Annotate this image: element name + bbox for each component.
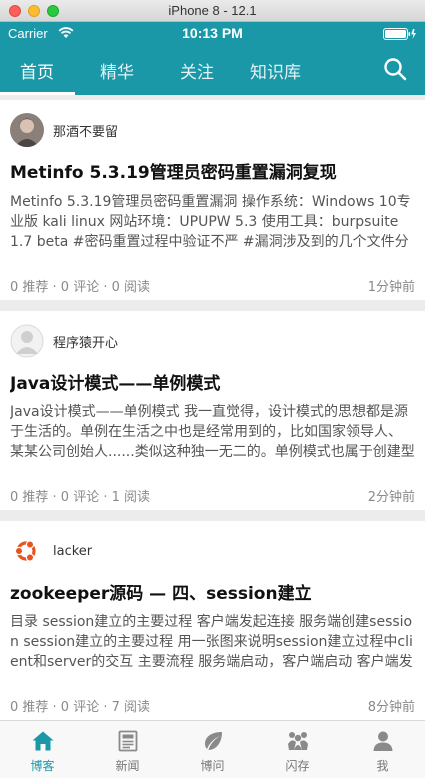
tab-featured[interactable]: 精华 xyxy=(100,58,134,83)
battery-icon xyxy=(383,28,416,40)
people-icon xyxy=(288,732,308,750)
tab-blog[interactable]: 博客 xyxy=(0,721,85,778)
bottom-tab-bar: 博客 新闻 博问 闪存 我 xyxy=(0,720,425,778)
leaf-icon xyxy=(205,732,222,750)
post-stats: 0 推荐 · 0 评论 · 1 阅读 xyxy=(10,490,151,505)
post-stats: 0 推荐 · 0 评论 · 0 阅读 xyxy=(10,280,151,295)
post-author[interactable]: lacker xyxy=(10,533,92,569)
avatar[interactable] xyxy=(10,534,44,568)
status-bar: Carrier 10:13 PM xyxy=(0,22,425,44)
window-title: iPhone 8 - 12.1 xyxy=(168,3,257,18)
post-author[interactable]: 程序猿开心 xyxy=(10,323,118,359)
tab-label: 博客 xyxy=(30,759,55,773)
app-header: Carrier 10:13 PM 首页 精华 关注 知识库 xyxy=(0,22,425,95)
tab-label: 闪存 xyxy=(285,759,310,773)
post-time: 2分钟前 xyxy=(367,490,415,505)
author-name: lacker xyxy=(53,543,93,559)
post-title[interactable]: Java设计模式——单例模式 xyxy=(10,369,415,394)
post-card[interactable]: 那酒不要留 Metinfo 5.3.19管理员密码重置漏洞复现 Metinfo … xyxy=(0,100,425,300)
post-author[interactable]: 那酒不要留 xyxy=(10,112,118,148)
post-title[interactable]: Metinfo 5.3.19管理员密码重置漏洞复现 xyxy=(10,158,415,183)
author-name: 那酒不要留 xyxy=(53,124,119,140)
post-summary: 目录 session建立的主要过程 客户端发起连接 服务端创建session s… xyxy=(10,614,413,670)
post-title[interactable]: zookeeper源码 — 四、session建立 xyxy=(10,579,415,604)
avatar[interactable] xyxy=(10,324,44,358)
post-time: 8分钟前 xyxy=(367,700,415,715)
simulator-title-bar: iPhone 8 - 12.1 xyxy=(0,0,425,22)
status-time: 10:13 PM xyxy=(182,25,243,41)
tab-questions[interactable]: 博问 xyxy=(170,721,255,778)
user-icon xyxy=(373,731,393,751)
post-card[interactable]: 程序猿开心 Java设计模式——单例模式 Java设计模式——单例模式 我一直觉… xyxy=(0,311,425,510)
post-summary: Metinfo 5.3.19管理员密码重置漏洞 操作系统：Windows 10专… xyxy=(10,194,411,250)
post-summary: Java设计模式——单例模式 我一直觉得，设计模式的思想都是源于生活的。单例在生… xyxy=(10,404,415,460)
tab-label: 新闻 xyxy=(115,759,140,773)
avatar[interactable] xyxy=(10,113,44,147)
tab-following[interactable]: 关注 xyxy=(180,58,214,83)
home-icon xyxy=(32,731,54,751)
post-stats: 0 推荐 · 0 评论 · 7 阅读 xyxy=(10,700,151,715)
search-icon[interactable] xyxy=(383,57,407,81)
post-time: 1分钟前 xyxy=(367,280,415,295)
news-icon xyxy=(118,730,138,752)
blog-feed[interactable]: 那酒不要留 Metinfo 5.3.19管理员密码重置漏洞复现 Metinfo … xyxy=(0,95,425,720)
tab-label: 博问 xyxy=(200,759,225,773)
top-nav: 首页 精华 关注 知识库 xyxy=(0,48,425,95)
tab-label: 我 xyxy=(376,759,389,773)
tab-me[interactable]: 我 xyxy=(340,721,425,778)
tab-home[interactable]: 首页 xyxy=(20,58,54,83)
post-card[interactable]: lacker zookeeper源码 — 四、session建立 目录 sess… xyxy=(0,521,425,720)
tab-news[interactable]: 新闻 xyxy=(85,721,170,778)
tab-flash[interactable]: 闪存 xyxy=(255,721,340,778)
author-name: 程序猿开心 xyxy=(53,335,119,351)
tab-knowledge-base[interactable]: 知识库 xyxy=(250,58,301,83)
